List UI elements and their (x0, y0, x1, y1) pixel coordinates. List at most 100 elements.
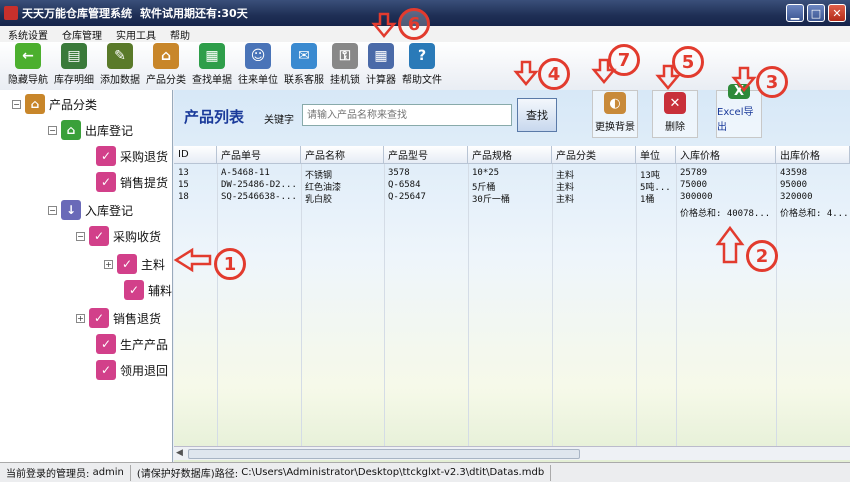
navigation-tree: − ⌂ 产品分类 − ⌂ 出库登记 ✓ 采购退货 ✓ 销售提货 − ↓ 入库登记… (0, 90, 173, 462)
table-cell[interactable]: 30斤一桶 (468, 192, 552, 204)
leaf-icon: ✓ (89, 226, 109, 246)
delete-icon: ✕ (664, 92, 686, 114)
status-bar: 当前登录的管理员: admin (请保护好数据库)路径: C:\Users\Ad… (0, 462, 850, 482)
excel-export-button[interactable]: X Excel导出 (716, 84, 762, 138)
tree-item-purchase-return[interactable]: ✓ 采购退货 (96, 146, 168, 166)
keys-icon: ⚿ (332, 43, 358, 69)
column-header[interactable]: 入库价格 (676, 146, 776, 164)
tree-item-outbound[interactable]: − ⌂ 出库登记 (48, 120, 133, 140)
table-cell[interactable]: 不锈钢 (301, 168, 384, 180)
tree-item-inbound[interactable]: − ↓ 入库登记 (48, 200, 133, 220)
search-button[interactable]: 查找 (517, 98, 557, 132)
menu-tools[interactable]: 实用工具 (116, 27, 156, 42)
book-icon: ▦ (199, 43, 225, 69)
column-header[interactable]: 产品分类 (552, 146, 636, 164)
expand-icon[interactable]: + (104, 259, 113, 269)
toolbar-category-button[interactable]: ⌂ 产品分类 (146, 43, 186, 90)
table-cell[interactable]: 320000 (776, 192, 850, 204)
column-header[interactable]: 产品单号 (217, 146, 301, 164)
column-header[interactable]: 产品型号 (384, 146, 468, 164)
table-cell[interactable]: 43598 (776, 168, 850, 180)
table-cell[interactable]: 13吨 (636, 168, 676, 180)
toolbar-inventory-button[interactable]: ▤ 库存明细 (54, 43, 94, 90)
tree-item-aux-material[interactable]: ✓ 辅料 (124, 280, 172, 300)
help-icon: ? (409, 43, 435, 69)
table-cell[interactable]: 1桶 (636, 192, 676, 204)
column-header[interactable]: 产品规格 (468, 146, 552, 164)
table-cell[interactable]: 15 (174, 180, 217, 192)
window-title: 天天万能仓库管理系统 (22, 7, 132, 20)
excel-icon: X (728, 84, 750, 99)
tree-item-main-material[interactable]: + ✓ 主料 (104, 254, 165, 274)
change-background-button[interactable]: ◐ 更换背景 (592, 90, 638, 138)
toolbar-partners-button[interactable]: ☺ 往来单位 (238, 43, 278, 90)
tree-item-purchase-receive[interactable]: − ✓ 采购收货 (76, 226, 161, 246)
expand-icon[interactable]: + (76, 313, 85, 323)
table-cell[interactable]: DW-25486-D2... (217, 180, 301, 192)
leaf-icon: ✓ (117, 254, 137, 274)
scroll-left-icon[interactable]: ◀ (176, 448, 183, 458)
tree-item-sales-return[interactable]: + ✓ 销售退货 (76, 308, 161, 328)
app-icon (4, 6, 18, 20)
column-header[interactable]: 单位 (636, 146, 676, 164)
collapse-icon[interactable]: − (48, 205, 57, 215)
maximize-icon[interactable]: □ (807, 4, 825, 22)
table-cell[interactable]: 300000 (676, 192, 776, 204)
annotation-badge-3: 3 (756, 66, 788, 98)
table-cell[interactable]: 10*25 (468, 168, 552, 180)
table-cell[interactable]: 乳白胶 (301, 192, 384, 204)
table-cell[interactable]: 75000 (676, 180, 776, 192)
minimize-icon[interactable]: ▁ (786, 4, 804, 22)
close-icon[interactable]: ✕ (828, 4, 846, 22)
toolbar-calculator-button[interactable]: ▦ 计算器 (366, 43, 396, 90)
notebook-icon: ▤ (61, 43, 87, 69)
menu-help[interactable]: 帮助 (170, 27, 190, 42)
table-cell[interactable]: Q-6584 (384, 180, 468, 192)
summary-in-price: 价格总和: 40078... (680, 209, 771, 218)
toolbar-support-button[interactable]: ✉ 联系客服 (284, 43, 324, 90)
horizontal-scrollbar[interactable]: ◀ (174, 446, 850, 460)
delete-button[interactable]: ✕ 删除 (652, 90, 698, 138)
toolbar-add-data-button[interactable]: ✎ 添加数据 (100, 43, 140, 90)
search-input[interactable] (302, 104, 512, 126)
table-cell[interactable]: SQ-2546638-... (217, 192, 301, 204)
table-cell[interactable]: 主料 (552, 180, 636, 192)
collapse-icon[interactable]: − (48, 125, 57, 135)
table-cell[interactable]: 主料 (552, 192, 636, 204)
collapse-icon[interactable]: − (76, 231, 85, 241)
scrollbar-thumb[interactable] (188, 449, 580, 459)
column-header[interactable]: 出库价格 (776, 146, 850, 164)
table-cell[interactable]: 13 (174, 168, 217, 180)
toolbar-lock-button[interactable]: ⚿ 挂机锁 (330, 43, 360, 90)
toolbar-hide-nav-button[interactable]: ← 隐藏导航 (8, 43, 48, 90)
annotation-badge-1: 1 (214, 248, 246, 280)
db-path: C:\Users\Administrator\Desktop\ttckglxt-… (241, 467, 545, 478)
toolbar-help-button[interactable]: ? 帮助文件 (402, 43, 442, 90)
tree-item-sales-pickup[interactable]: ✓ 销售提货 (96, 172, 168, 192)
table-cell[interactable]: A-5468-11 (217, 168, 301, 180)
table-cell[interactable]: 18 (174, 192, 217, 204)
table-cell[interactable]: 25789 (676, 168, 776, 180)
calculator-icon: ▦ (368, 43, 394, 69)
tree-item-usage-return[interactable]: ✓ 领用退回 (96, 360, 168, 380)
tree-item-production[interactable]: ✓ 生产产品 (96, 334, 168, 354)
table-cell[interactable]: 5斤桶 (468, 180, 552, 192)
table-cell[interactable]: 3578 (384, 168, 468, 180)
edit-icon: ✎ (107, 43, 133, 69)
table-cell[interactable]: 红色油漆 (301, 180, 384, 192)
leaf-icon: ✓ (124, 280, 144, 300)
table-cell[interactable]: 主料 (552, 168, 636, 180)
table-cell[interactable]: Q-25647 (384, 192, 468, 204)
toolbar-find-bill-button[interactable]: ▦ 查找单据 (192, 43, 232, 90)
menu-warehouse[interactable]: 仓库管理 (62, 27, 102, 42)
summary-out-price: 价格总和: 4... (780, 209, 849, 218)
annotation-badge-7: 7 (608, 44, 640, 76)
tree-item-product-category[interactable]: − ⌂ 产品分类 (12, 94, 97, 114)
menu-system-settings[interactable]: 系统设置 (8, 27, 48, 42)
house-icon: ⌂ (25, 94, 45, 114)
collapse-icon[interactable]: − (12, 99, 21, 109)
table-cell[interactable]: 95000 (776, 180, 850, 192)
table-cell[interactable]: 5吨... (636, 180, 676, 192)
column-header[interactable]: 产品名称 (301, 146, 384, 164)
column-header[interactable]: ID (174, 146, 217, 164)
